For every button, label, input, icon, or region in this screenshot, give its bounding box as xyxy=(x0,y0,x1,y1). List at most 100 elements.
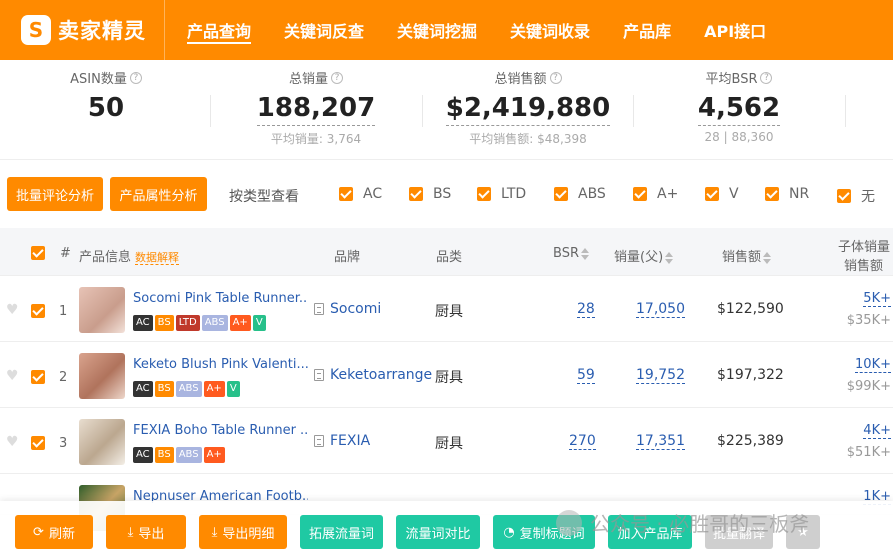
brand-link[interactable]: Keketoarrange xyxy=(314,367,432,383)
child-sales-link[interactable]: 5K+ xyxy=(863,291,891,307)
type-checkbox-v[interactable]: V xyxy=(705,186,739,202)
main-nav: 产品查询 关键词反查 关键词挖掘 关键词收录 产品库 API接口 xyxy=(165,0,777,60)
child-sales-link[interactable]: 4K+ xyxy=(863,423,891,439)
nav-product-library[interactable]: 产品库 xyxy=(623,0,671,60)
stat-label: ASIN数量 xyxy=(70,72,127,87)
sort-icon[interactable] xyxy=(665,251,674,264)
type-checkbox-none[interactable]: 无 xyxy=(837,186,875,206)
sales-link[interactable]: 19,752 xyxy=(636,367,685,384)
table-row: ♥ 3 FEXIA Boho Table Runner ... AC BS AB… xyxy=(0,409,893,474)
product-title-link[interactable]: Keketo Blush Pink Valenti... xyxy=(133,357,308,372)
row-checkbox[interactable] xyxy=(31,304,45,318)
expand-keywords-button[interactable]: 拓展流量词 xyxy=(300,515,383,549)
nav-product-search[interactable]: 产品查询 xyxy=(187,0,252,60)
tag-badge: V xyxy=(226,381,240,397)
stat-value[interactable]: 188,207 xyxy=(256,91,376,126)
stat-label: 平均BSR xyxy=(705,72,758,87)
product-thumbnail[interactable] xyxy=(79,419,125,465)
child-sales-link[interactable]: 10K+ xyxy=(855,357,891,373)
bsr-link[interactable]: 59 xyxy=(577,367,595,384)
product-tags: AC BS ABS A+ V xyxy=(133,381,240,397)
stat-total-revenue: 总销售额? $2,419,880 平均销售额: $48,398 xyxy=(440,68,616,147)
col-bsr[interactable]: BSR xyxy=(553,246,589,261)
tag-badge: BS xyxy=(154,381,174,397)
favorite-heart-icon[interactable]: ♥ xyxy=(6,369,20,383)
tag-badge: AC xyxy=(133,315,153,331)
compare-keywords-button[interactable]: 流量词对比 xyxy=(396,515,480,549)
type-checkbox-ac[interactable]: AC xyxy=(339,186,382,202)
select-all-checkbox[interactable] xyxy=(31,246,45,260)
category-cell: 厨具 xyxy=(435,304,463,320)
tag-badge: AC xyxy=(133,381,153,397)
help-icon[interactable]: ? xyxy=(129,71,142,84)
type-checkbox-bs[interactable]: BS xyxy=(409,186,451,202)
sort-icon[interactable] xyxy=(763,251,772,264)
col-revenue[interactable]: 销售额 xyxy=(722,246,772,265)
stat-value[interactable]: $2,419,880 xyxy=(445,91,611,126)
product-attribute-analysis-button[interactable]: 产品属性分析 xyxy=(110,177,207,211)
document-icon xyxy=(314,435,324,447)
row-index: 2 xyxy=(59,370,68,385)
add-to-library-button[interactable]: 加入产品库 xyxy=(608,515,692,549)
nav-keyword-index[interactable]: 关键词收录 xyxy=(510,0,590,60)
type-checkbox-nr[interactable]: NR xyxy=(765,186,809,202)
stat-total-sales: 总销量? 188,207 平均销量: 3,764 xyxy=(236,68,396,147)
sales-link[interactable]: 17,050 xyxy=(636,301,685,318)
col-category: 品类 xyxy=(436,250,463,265)
brand-link[interactable]: FEXIA xyxy=(314,433,370,449)
app-logo[interactable]: S 卖家精灵 xyxy=(0,0,165,60)
tag-badge: ABS xyxy=(175,381,202,397)
document-icon xyxy=(314,369,324,381)
favorite-heart-icon[interactable]: ♥ xyxy=(6,435,20,449)
bsr-link[interactable]: 28 xyxy=(577,301,595,318)
nav-keyword-reverse[interactable]: 关键词反查 xyxy=(284,0,364,60)
favorite-heart-icon[interactable]: ♥ xyxy=(6,303,20,317)
batch-translate-button[interactable]: 批量翻译 xyxy=(705,515,773,549)
top-navbar: S 卖家精灵 产品查询 关键词反查 关键词挖掘 关键词收录 产品库 API接口 xyxy=(0,0,893,60)
stat-asin-count: ASIN数量? 50 xyxy=(58,68,154,125)
help-icon[interactable]: ? xyxy=(331,71,343,84)
brand-link[interactable]: Socomi xyxy=(314,301,381,317)
data-explain-link[interactable]: 数据解释 xyxy=(135,251,180,265)
batch-review-analysis-button[interactable]: 批量评论分析 xyxy=(7,177,103,211)
stat-value: 50 xyxy=(87,93,125,123)
export-button[interactable]: ⤓ 导出 xyxy=(106,515,186,549)
stat-value[interactable]: 4,562 xyxy=(697,91,781,126)
help-icon[interactable]: ? xyxy=(760,71,773,84)
product-tags: AC BS LTD ABS A+ V xyxy=(133,315,266,331)
star-button[interactable]: ★ xyxy=(786,515,820,549)
pie-chart-icon: ◔ xyxy=(503,524,515,540)
type-checkbox-ltd[interactable]: LTD xyxy=(477,186,526,202)
child-revenue-cell: $51K+ xyxy=(846,445,891,460)
document-icon xyxy=(314,303,324,315)
tag-badge: ABS xyxy=(175,447,202,463)
row-checkbox[interactable] xyxy=(31,370,45,384)
type-checkbox-aplus[interactable]: A+ xyxy=(633,186,678,202)
filter-bar: 批量评论分析 产品属性分析 按类型查看 AC BS LTD ABS A+ V N… xyxy=(0,160,893,228)
sales-link[interactable]: 17,351 xyxy=(636,433,685,450)
divider xyxy=(210,95,211,127)
export-detail-button[interactable]: ⤓ 导出明细 xyxy=(199,515,287,549)
nav-api[interactable]: API接口 xyxy=(704,0,766,60)
product-thumbnail[interactable] xyxy=(79,353,125,399)
bsr-link[interactable]: 270 xyxy=(569,433,596,450)
type-checkbox-abs[interactable]: ABS xyxy=(554,186,606,202)
sort-icon[interactable] xyxy=(580,247,589,260)
row-checkbox[interactable] xyxy=(31,436,45,450)
product-title-link[interactable]: FEXIA Boho Table Runner ... xyxy=(133,423,308,438)
col-brand: 品牌 xyxy=(334,250,361,265)
col-index: # xyxy=(60,246,71,261)
divider xyxy=(633,95,634,127)
refresh-button[interactable]: ⟳ 刷新 xyxy=(15,515,93,549)
download-icon: ⤓ xyxy=(127,524,134,540)
help-icon[interactable]: ? xyxy=(549,71,562,84)
tag-badge: BS xyxy=(154,447,174,463)
product-thumbnail[interactable] xyxy=(79,287,125,333)
app-name: 卖家精灵 xyxy=(58,19,146,43)
nav-keyword-mining[interactable]: 关键词挖掘 xyxy=(397,0,477,60)
product-title-link[interactable]: Socomi Pink Table Runner... xyxy=(133,291,308,306)
checkbox-checked-icon xyxy=(409,187,423,201)
copy-title-keywords-button[interactable]: ◔ 复制标题词 xyxy=(493,515,595,549)
stat-sub: 平均销售额: $48,398 xyxy=(469,132,587,146)
col-sales[interactable]: 销量(父) xyxy=(614,246,674,265)
